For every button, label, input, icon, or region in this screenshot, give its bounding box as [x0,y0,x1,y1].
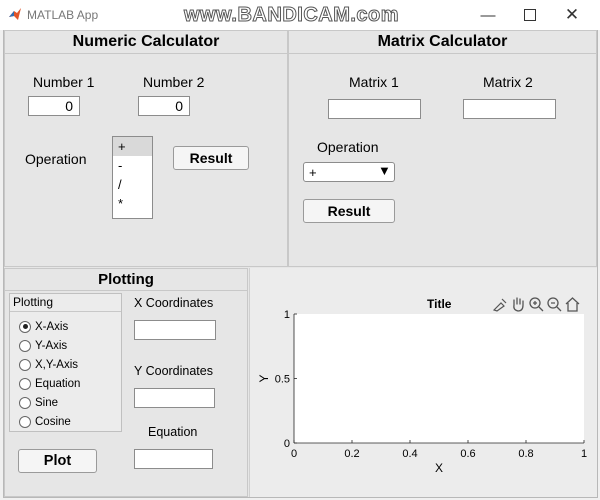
matrix-result-button[interactable]: Result [303,199,395,223]
plotting-button-group: Plotting X-Axis Y-Axis X,Y-Axis Equation… [9,293,122,432]
y-axis-label: Y [257,374,271,382]
operation-option-multiply[interactable]: * [113,194,152,213]
radio-xy-axis[interactable]: X,Y-Axis [19,355,80,374]
numeric-result-button[interactable]: Result [173,146,249,170]
operation-option-minus[interactable]: - [113,156,152,175]
matrix1-input[interactable] [328,99,421,119]
radio-equation[interactable]: Equation [19,374,80,393]
number1-label: Number 1 [33,74,95,90]
operation-listbox[interactable]: + - / * [112,136,153,219]
radio-icon [19,377,31,390]
radio-icon [19,415,31,428]
number1-input[interactable] [28,96,80,116]
radio-icon [19,339,31,352]
radio-x-axis[interactable]: X-Axis [19,317,80,336]
matrix-operation-label: Operation [317,139,379,155]
y-coordinates-label: Y Coordinates [134,364,213,378]
maximize-icon [524,9,536,21]
x-coordinates-label: X Coordinates [134,296,214,310]
operation-option-plus[interactable]: + [113,137,152,156]
matrix2-input[interactable] [463,99,556,119]
y-tick-label: 0 [284,438,290,450]
matrix1-label: Matrix 1 [349,74,399,90]
number2-label: Number 2 [143,74,205,90]
plotting-group-title: Plotting [10,294,121,312]
numeric-operation-label: Operation [25,151,87,167]
radio-icon [19,358,31,371]
x-tick-label: 0.4 [402,448,417,460]
matrix-operation-dropdown[interactable]: + ▼ [303,162,395,182]
radio-cosine-label: Cosine [35,415,71,428]
matrix-calculator-title: Matrix Calculator [289,31,596,54]
radio-sine-label: Sine [35,396,59,409]
minimize-button[interactable]: — [468,0,508,30]
x-coordinates-input[interactable] [134,320,216,340]
radio-cosine[interactable]: Cosine [19,412,80,431]
x-tick-label: 0.2 [344,448,359,460]
plot-axes[interactable]: 0 0.2 0.4 0.6 0.8 1 0 0.5 1 X Y [252,300,596,480]
watermark-text: www.BANDICAM.com [183,4,400,27]
minimize-icon: — [480,6,496,24]
x-axis-label: X [435,461,443,475]
y-tick-label: 1 [284,309,290,321]
numeric-calculator-title: Numeric Calculator [5,31,287,54]
plotting-title: Plotting [5,269,247,291]
x-tick-label: 0.6 [460,448,475,460]
matlab-logo-icon [9,8,21,20]
radio-xy-axis-label: X,Y-Axis [35,358,79,371]
plot-button[interactable]: Plot [18,449,97,473]
y-tick-label: 0.5 [275,374,290,386]
close-button[interactable]: ✕ [552,0,592,30]
matrix-operation-value: + [309,165,317,180]
radio-y-axis-label: Y-Axis [35,339,68,352]
maximize-button[interactable] [510,0,550,30]
radio-icon [19,396,31,409]
x-tick-label: 1 [581,448,587,460]
equation-label: Equation [148,425,198,439]
close-icon: ✕ [564,5,580,24]
radio-sine[interactable]: Sine [19,393,80,412]
plot-options: X-Axis Y-Axis X,Y-Axis Equation Sine Cos… [19,317,80,431]
operation-option-divide[interactable]: / [113,175,152,194]
dropdown-arrow-icon: ▼ [378,163,391,178]
equation-input[interactable] [134,449,213,469]
plot-area [294,314,584,443]
window-title: MATLAB App [27,8,99,22]
y-coordinates-input[interactable] [134,388,215,408]
radio-equation-label: Equation [35,377,81,390]
x-tick-label: 0.8 [518,448,533,460]
window-title-bar: MATLAB App www.BANDICAM.com — ✕ [0,0,600,30]
number2-input[interactable] [138,96,190,116]
radio-selected-icon [19,320,31,333]
matrix2-label: Matrix 2 [483,74,533,90]
x-tick-label: 0 [291,448,297,460]
radio-x-axis-label: X-Axis [35,320,69,333]
radio-y-axis[interactable]: Y-Axis [19,336,80,355]
